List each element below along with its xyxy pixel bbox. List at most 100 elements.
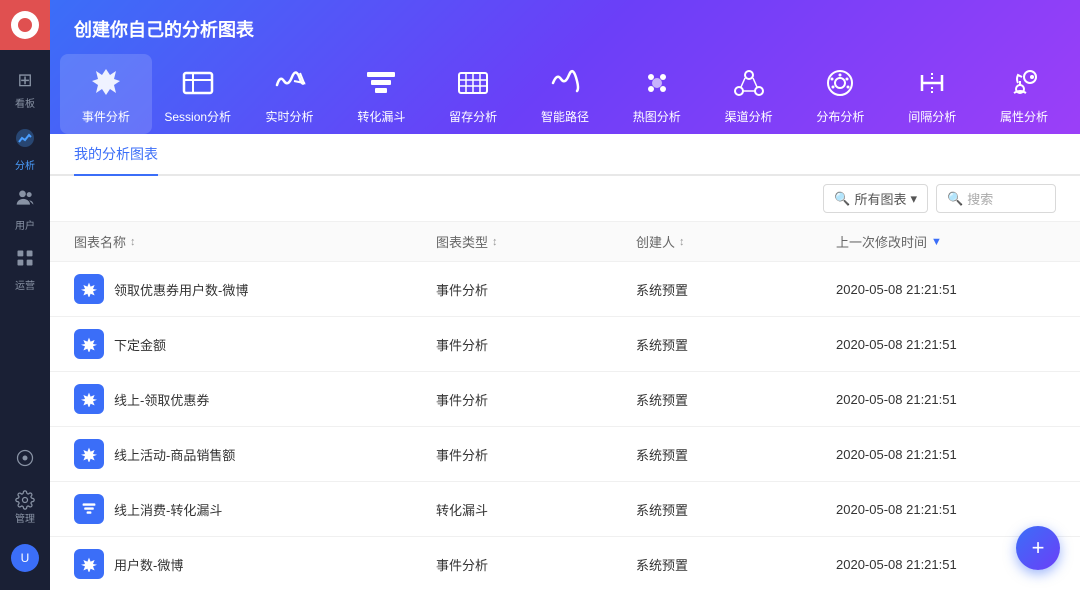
table-row[interactable]: 线上消费-转化漏斗 转化漏斗 系统预置 2020-05-08 21:21:51 [50,482,1080,537]
funnel-label: 转化漏斗 [357,108,405,125]
cell-name-3: 线上活动-商品销售额 [74,439,436,469]
dropdown-icon: ▾ [910,191,917,207]
analysis-type-distribution[interactable]: 分布分析 [795,54,887,134]
row-icon-0 [74,274,104,304]
attribute-icon [1005,64,1043,102]
event-icon [87,64,125,102]
distribution-icon [821,64,859,102]
event-label: 事件分析 [82,108,130,125]
table-row[interactable]: 领取优惠券用户数-微博 事件分析 系统预置 2020-05-08 21:21:5… [50,262,1080,317]
attribute-label: 属性分析 [1000,108,1048,125]
sidebar-bottom-settings[interactable]: 管理 [0,485,50,530]
analysis-type-session[interactable]: Session分析 [152,54,244,134]
funnel-icon [362,64,400,102]
cell-creator-5: 系统预置 [636,555,836,574]
cell-type-4: 转化漏斗 [436,500,636,519]
analysis-type-attribute[interactable]: 属性分析 [978,54,1070,134]
table-row[interactable]: 用户数-微博 事件分析 系统预置 2020-05-08 21:21:51 [50,537,1080,590]
retention-label: 留存分析 [449,108,497,125]
cell-type-2: 事件分析 [436,390,636,409]
cell-name-0: 领取优惠券用户数-微博 [74,274,436,304]
header-modified: 上一次修改时间 ▼ [836,232,1056,251]
analysis-type-retention[interactable]: 留存分析 [427,54,519,134]
retention-icon [454,64,492,102]
tab-my-charts[interactable]: 我的分析图表 [74,134,158,176]
filter-search-icon: 🔍 [834,191,850,207]
dashboard-icon: ⊞ [17,70,32,91]
cell-type-3: 事件分析 [436,445,636,464]
row-icon-1 [74,329,104,359]
session-label: Session分析 [164,108,231,125]
heatmap-icon [638,64,676,102]
data-table: 图表名称 ↕ 图表类型 ↕ 创建人 ↕ 上一次修改时间 ▼ 领取优惠券 [50,222,1080,590]
analysis-type-list: 事件分析 Session分析 [50,54,1080,134]
table-row[interactable]: 线上活动-商品销售额 事件分析 系统预置 2020-05-08 21:21:51 [50,427,1080,482]
main-content: 创建你自己的分析图表 事件分析 [50,0,1080,590]
filter-row: 🔍 所有图表 ▾ 🔍 搜索 [50,176,1080,222]
sort-icon-type: ↕ [492,236,498,248]
sidebar-item-analysis[interactable]: 分析 [0,120,50,180]
analysis-type-event[interactable]: 事件分析 [60,54,152,134]
cell-type-1: 事件分析 [436,335,636,354]
sidebar-user-avatar[interactable]: U [0,535,50,580]
sidebar-item-users[interactable]: 用户 [0,180,50,240]
sidebar-label-analysis: 分析 [15,157,35,172]
cell-creator-3: 系统预置 [636,445,836,464]
row-icon-3 [74,439,104,469]
analysis-icon [15,128,35,153]
users-icon [15,188,35,213]
analysis-type-interval[interactable]: 间隔分析 [886,54,978,134]
cell-modified-2: 2020-05-08 21:21:51 [836,392,1056,407]
search-placeholder: 搜索 [967,189,993,208]
cell-creator-4: 系统预置 [636,500,836,519]
analysis-type-channel[interactable]: 渠道分析 [703,54,795,134]
sidebar-label-manage: 管理 [15,510,35,525]
cell-creator-1: 系统预置 [636,335,836,354]
cell-modified-3: 2020-05-08 21:21:51 [836,447,1056,462]
sub-nav: 我的分析图表 [50,134,1080,176]
search-input-wrapper[interactable]: 🔍 搜索 [936,184,1056,213]
smart-path-icon [546,64,584,102]
operations-icon [15,248,35,273]
distribution-label: 分布分析 [816,108,864,125]
cell-name-4: 线上消费-转化漏斗 [74,494,436,524]
table-row[interactable]: 线上-领取优惠券 事件分析 系统预置 2020-05-08 21:21:51 [50,372,1080,427]
table-row[interactable]: 下定金额 事件分析 系统预置 2020-05-08 21:21:51 [50,317,1080,372]
header-type: 图表类型 ↕ [436,232,636,251]
cell-creator-0: 系统预置 [636,280,836,299]
channel-label: 渠道分析 [725,108,773,125]
cell-type-0: 事件分析 [436,280,636,299]
analysis-type-smart-path[interactable]: 智能路径 [519,54,611,134]
sidebar-item-dashboard[interactable]: ⊞ 看板 [0,60,50,120]
row-icon-2 [74,384,104,414]
channel-icon [730,64,768,102]
heatmap-label: 热图分析 [633,108,681,125]
row-icon-4 [74,494,104,524]
cell-name-5: 用户数-微博 [74,549,436,579]
sort-icon-creator: ↕ [679,236,685,248]
analysis-type-funnel[interactable]: 转化漏斗 [335,54,427,134]
sidebar-label-users: 用户 [15,217,35,232]
smart-path-label: 智能路径 [541,108,589,125]
cell-name-1: 下定金额 [74,329,436,359]
cell-modified-0: 2020-05-08 21:21:51 [836,282,1056,297]
analysis-type-realtime[interactable]: 实时分析 [244,54,336,134]
sidebar-item-operations[interactable]: 运营 [0,240,50,300]
sidebar-label-operations: 运营 [15,277,35,292]
analysis-type-heatmap[interactable]: 热图分析 [611,54,703,134]
table-header: 图表名称 ↕ 图表类型 ↕ 创建人 ↕ 上一次修改时间 ▼ [50,222,1080,262]
top-header: 创建你自己的分析图表 事件分析 [50,0,1080,134]
page-title: 创建你自己的分析图表 [50,0,1080,54]
cell-modified-1: 2020-05-08 21:21:51 [836,337,1056,352]
sort-icon-name: ↕ [130,236,136,248]
type-filter-select[interactable]: 🔍 所有图表 ▾ [823,184,928,213]
search-icon: 🔍 [947,191,963,207]
sidebar-bottom: 管理 U [0,435,50,590]
header-creator: 创建人 ↕ [636,232,836,251]
realtime-label: 实时分析 [266,108,314,125]
interval-icon [913,64,951,102]
sidebar-bottom-music[interactable] [0,435,50,480]
cell-modified-4: 2020-05-08 21:21:51 [836,502,1056,517]
float-action-button[interactable]: + [1016,526,1060,570]
plus-icon: + [1032,535,1045,561]
